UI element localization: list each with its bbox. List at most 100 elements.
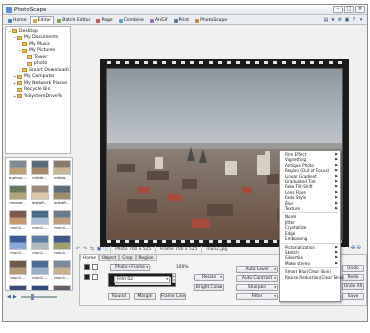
save-small-icon[interactable]: ▣ bbox=[96, 246, 102, 252]
minimize-icon[interactable]: – bbox=[333, 6, 343, 13]
folder-icon[interactable]: ▤ bbox=[323, 17, 329, 23]
film-hole bbox=[143, 240, 148, 243]
thumbnail[interactable]: mun1... bbox=[52, 210, 71, 233]
film-hole bbox=[153, 240, 158, 243]
forward-arrow-icon[interactable]: ▶ bbox=[13, 294, 17, 300]
auto-contrast-button[interactable]: Auto Contrast ▾ bbox=[236, 275, 278, 282]
bright-color-button[interactable]: Bright,Color ▾ bbox=[194, 284, 224, 291]
thumbnail-image bbox=[30, 160, 49, 175]
rotate-left-icon[interactable]: ↶ bbox=[75, 246, 81, 252]
film-hole bbox=[134, 240, 139, 243]
menu-item-embossing[interactable]: Embossing bbox=[280, 236, 340, 241]
photo-frame-button[interactable]: Photo+Frame ▾ bbox=[110, 264, 150, 271]
sharpen-button[interactable]: Sharpen ▾ bbox=[236, 284, 278, 291]
tab-icon bbox=[96, 18, 101, 23]
tab-label: Print bbox=[178, 18, 190, 23]
thumbnail[interactable]: mnose... bbox=[8, 185, 27, 208]
tab-icon bbox=[173, 18, 178, 23]
thumbnail[interactable]: mun1... bbox=[8, 235, 27, 258]
window-icon[interactable]: ▣ bbox=[344, 17, 350, 23]
folder-tree[interactable]: − Desktop − My Documents My Music − My Picture… bbox=[5, 26, 71, 154]
thumbnail-controls: ◀ ▶ bbox=[5, 293, 73, 301]
thumbnail[interactable]: mun1... bbox=[8, 210, 27, 233]
thumbnail[interactable]: mun1... bbox=[8, 285, 27, 290]
expander-icon[interactable]: + bbox=[13, 81, 16, 86]
tab-combine[interactable]: Combine bbox=[116, 16, 147, 24]
thumbnail[interactable]: mun1... bbox=[30, 235, 49, 258]
expander-icon[interactable]: − bbox=[13, 35, 16, 40]
round-button[interactable]: Round bbox=[108, 293, 130, 300]
black-swatch[interactable] bbox=[84, 264, 90, 270]
flip-icon[interactable]: ⇆ bbox=[89, 246, 95, 252]
thumbnail[interactable]: mun1... bbox=[8, 260, 27, 283]
thumbnail[interactable]: mpluss... bbox=[8, 160, 27, 183]
white-swatch[interactable] bbox=[92, 264, 98, 270]
thumbnail[interactable]: m0da... bbox=[30, 160, 49, 183]
tab-batch-editor[interactable]: Batch Editor bbox=[54, 16, 93, 24]
arrow-icon[interactable]: ▾ bbox=[358, 17, 364, 23]
expander-icon[interactable]: − bbox=[18, 48, 21, 53]
folder-icon bbox=[27, 61, 32, 66]
menu-item-make-stereo[interactable]: Make stereo ▶ bbox=[280, 261, 340, 266]
save-button[interactable]: Save bbox=[342, 293, 364, 300]
tab-page[interactable]: Page bbox=[93, 16, 115, 24]
frame-line-button[interactable]: Frame Line bbox=[160, 293, 186, 300]
resize-button[interactable]: Resize ▾ bbox=[194, 274, 224, 281]
thumbnail[interactable]: mun1... bbox=[30, 260, 49, 283]
thumbnail[interactable]: mfoto... bbox=[52, 160, 71, 183]
black-swatch-2[interactable] bbox=[84, 274, 90, 280]
thumbnail[interactable]: mun1... bbox=[52, 260, 71, 283]
tab-editor[interactable]: Editor bbox=[29, 16, 55, 24]
menu-item-texture[interactable]: Texture ▶ bbox=[280, 206, 340, 211]
thumbnail-image bbox=[8, 160, 27, 175]
tab-icon bbox=[195, 18, 200, 23]
undo-all-button[interactable]: Undo All bbox=[342, 283, 364, 290]
subtab-home[interactable]: Home bbox=[80, 254, 99, 261]
info-icon[interactable]: ⓘ bbox=[103, 246, 109, 252]
expander-icon[interactable]: + bbox=[13, 74, 16, 79]
subtab-crop[interactable]: Crop bbox=[119, 254, 136, 261]
frame-select[interactable]: Film 02 ▾ bbox=[114, 276, 170, 283]
menu-item-resize-reduction-clear-skin[interactable]: Resize Reduction(Clear Skin) bbox=[280, 275, 344, 280]
expander-icon[interactable]: − bbox=[8, 29, 11, 34]
tab-photoscape[interactable]: PhotoScape bbox=[192, 16, 230, 24]
maximize-icon[interactable]: □ bbox=[344, 6, 354, 13]
zoom-out-icon[interactable]: ⊖ bbox=[356, 245, 361, 251]
thumbnail[interactable]: mun1... bbox=[52, 285, 71, 290]
thumbnail[interactable]: mun1... bbox=[52, 235, 71, 258]
tree-item[interactable]: + %SystemDrive% bbox=[8, 93, 68, 100]
thumbnail[interactable]: mun1... bbox=[30, 285, 49, 290]
redo-button[interactable]: Redo bbox=[342, 274, 364, 281]
thumbnail-size-slider[interactable] bbox=[20, 294, 57, 300]
thumbnail-label: mun1... bbox=[54, 225, 69, 230]
star-icon[interactable]: ★ bbox=[330, 17, 336, 23]
expander-icon[interactable]: + bbox=[13, 94, 16, 99]
subtab-object[interactable]: Object bbox=[98, 254, 120, 261]
thumbnail[interactable]: mstaff... bbox=[30, 185, 49, 208]
close-icon[interactable]: × bbox=[355, 6, 365, 13]
filter-button[interactable]: Filter ▾ bbox=[236, 293, 278, 300]
slider-knob[interactable] bbox=[30, 294, 34, 300]
zoom-in-icon[interactable]: ⊕ bbox=[351, 245, 356, 251]
undo-button[interactable]: Undo bbox=[342, 265, 364, 272]
white-swatch-2[interactable] bbox=[92, 274, 98, 280]
help-icon[interactable]: ? bbox=[351, 17, 357, 23]
thumbnail-grid[interactable]: mpluss... m0da... mfoto... mnose... mstaff..… bbox=[5, 157, 73, 291]
frame-spinner[interactable]: ▴ ▾ bbox=[172, 273, 176, 283]
rotate-right-icon[interactable]: ↷ bbox=[82, 246, 88, 252]
subtab-region[interactable]: Region bbox=[135, 254, 157, 261]
film-hole bbox=[180, 240, 185, 243]
tab-angif[interactable]: AnGif bbox=[147, 16, 171, 24]
tab-home[interactable]: Home bbox=[5, 16, 30, 24]
tab-print[interactable]: Print bbox=[171, 16, 193, 24]
margin-button[interactable]: Margin bbox=[134, 293, 156, 300]
auto-level-button[interactable]: Auto Level ▾ bbox=[236, 266, 278, 273]
thumbnail-label: mpluss... bbox=[8, 175, 27, 180]
settings-icon[interactable]: ⚙ bbox=[337, 17, 343, 23]
thumbnail-image bbox=[8, 235, 27, 250]
film-hole bbox=[245, 240, 250, 243]
back-arrow-icon[interactable]: ◀ bbox=[7, 294, 11, 300]
thumbnail[interactable]: mstaff... bbox=[52, 185, 71, 208]
thumbnail[interactable]: mun1... bbox=[30, 210, 49, 233]
menu-item-label: Silvertile bbox=[285, 255, 303, 261]
